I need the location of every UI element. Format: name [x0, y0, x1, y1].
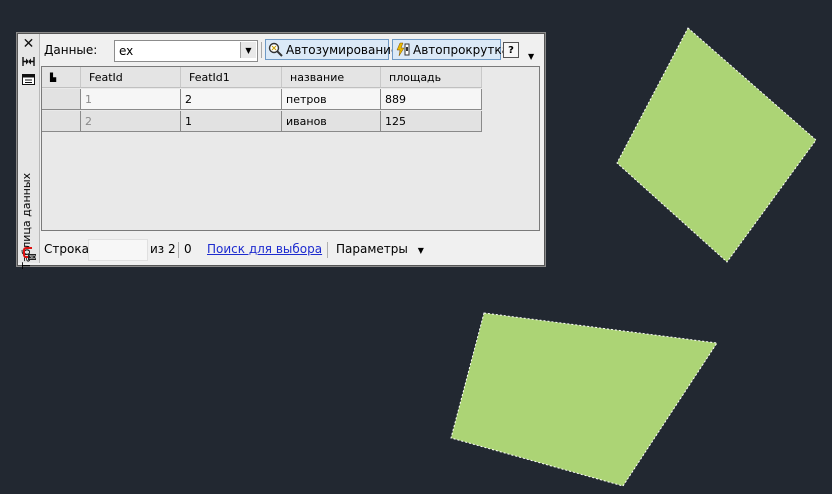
status-separator	[178, 242, 179, 258]
data-source-select[interactable]: ex ▼	[114, 40, 258, 62]
status-bar: Строка из 2 0 Поиск для выбора Параметры…	[39, 236, 543, 262]
cell-featid1[interactable]: 1	[181, 111, 282, 132]
data-label: Данные:	[44, 43, 98, 57]
row-number-input[interactable]	[88, 239, 148, 261]
select-all-header[interactable]: ▙	[42, 67, 81, 88]
column-header-area[interactable]: площадь	[381, 67, 482, 88]
data-source-value: ex	[119, 44, 134, 58]
chevron-down-icon[interactable]: ▼	[240, 42, 256, 58]
cell-name[interactable]: иванов	[282, 111, 381, 132]
row-selector[interactable]	[42, 89, 81, 110]
caret-down-icon: ▼	[417, 246, 424, 255]
row-total-label: из 2	[150, 242, 176, 256]
autohide-icon[interactable]	[21, 55, 36, 68]
cell-area[interactable]: 125	[381, 111, 482, 132]
row-selector[interactable]	[42, 111, 81, 132]
column-header-featid1[interactable]: FeatId1	[181, 67, 282, 88]
polygon-lower[interactable]	[450, 312, 718, 487]
cell-featid[interactable]: 1	[81, 89, 181, 110]
svg-text:3D: 3D	[29, 255, 36, 260]
toolbar-overflow-icon[interactable]: ▼	[528, 52, 534, 61]
polygon-upper[interactable]	[616, 27, 817, 263]
parameters-label: Параметры	[336, 242, 408, 256]
toolbar-separator	[261, 42, 262, 58]
autozoom-button[interactable]: Автозумирование	[265, 39, 398, 60]
data-table-palette: ✕ Таблица данных 3D Данные: ex ▼ Автозум…	[16, 32, 546, 269]
selected-count: 0	[184, 242, 192, 256]
cell-featid[interactable]: 2	[81, 111, 181, 132]
status-separator	[327, 242, 328, 258]
cell-area[interactable]: 889	[381, 89, 482, 110]
palette-toolbar: Данные: ex ▼ Автозумирование Автопрокрут…	[39, 36, 541, 62]
properties-icon[interactable]	[21, 73, 36, 86]
data-grid[interactable]: ▙ FeatId FeatId1 название площадь 1 2 пе…	[41, 66, 540, 231]
cell-name[interactable]: петров	[282, 89, 381, 110]
column-header-featid[interactable]: FeatId	[81, 67, 181, 88]
palette-sidebar: ✕ Таблица данных 3D	[18, 34, 40, 269]
cell-featid1[interactable]: 2	[181, 89, 282, 110]
autoscroll-label: Автопрокрутка	[413, 42, 509, 57]
row-label: Строка	[44, 242, 89, 256]
civil3d-icon: 3D	[22, 246, 36, 261]
close-icon[interactable]: ✕	[21, 36, 36, 52]
help-button[interactable]: ?	[503, 42, 519, 58]
autoscroll-icon	[395, 42, 410, 58]
select-search-link[interactable]: Поиск для выбора	[207, 242, 322, 256]
zoom-magnifier-icon	[268, 42, 283, 58]
column-header-name[interactable]: название	[282, 67, 381, 88]
parameters-menu-button[interactable]: Параметры ▼	[336, 242, 424, 256]
autozoom-label: Автозумирование	[286, 42, 399, 57]
autoscroll-button[interactable]: Автопрокрутка	[392, 39, 509, 60]
